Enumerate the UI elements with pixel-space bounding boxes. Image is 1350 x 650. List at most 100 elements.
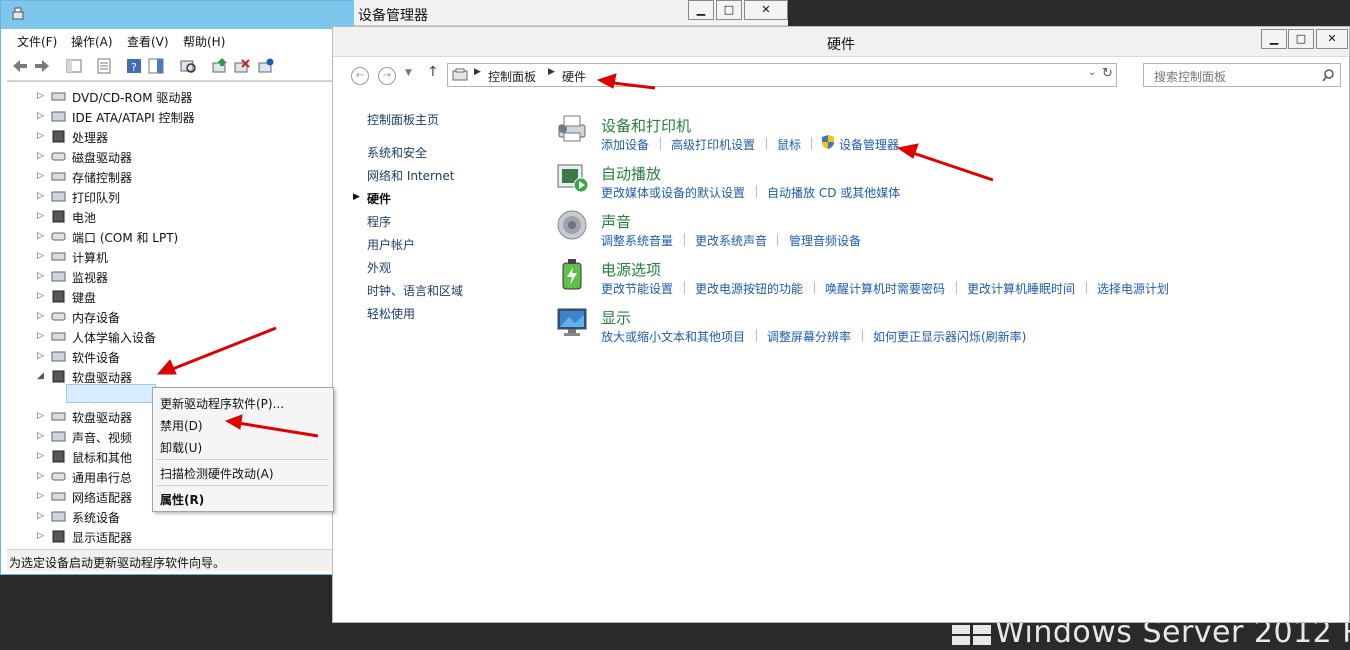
tree-item[interactable]: ▷ IDE ATA/ATAPI 控制器 [7, 106, 353, 126]
ctx-update-driver[interactable]: 更新驱动程序软件(P)... [160, 395, 284, 412]
search-icon[interactable] [1322, 69, 1335, 82]
expand-arrow-icon[interactable]: ▷ [37, 271, 45, 281]
cp-maximize-button[interactable]: □ [1288, 29, 1314, 49]
dm-maximize-button[interactable]: □ [716, 0, 742, 20]
show-hide-console-icon[interactable] [65, 57, 83, 75]
expand-arrow-icon[interactable]: ▷ [37, 531, 45, 541]
breadcrumb-hardware[interactable]: 硬件 [562, 68, 586, 85]
link-choose-power-plan[interactable]: 选择电源计划 [1097, 280, 1169, 297]
cp-close-button[interactable]: ✕ [1316, 29, 1348, 49]
tree-item[interactable]: ▷ 监视器 [7, 266, 353, 286]
link-device-manager[interactable]: 设备管理器 [839, 136, 899, 153]
link-require-password-on-wake[interactable]: 唤醒计算机时需要密码 [825, 280, 945, 297]
nav-network-internet[interactable]: 网络和 Internet [367, 167, 454, 184]
expand-arrow-icon[interactable]: ▷ [37, 331, 45, 341]
ctx-uninstall[interactable]: 卸载(U) [160, 439, 202, 456]
back-button[interactable]: ← [351, 67, 369, 85]
search-box[interactable]: 搜索控制面板 [1143, 63, 1341, 87]
update-driver-icon[interactable] [211, 57, 229, 75]
menu-help[interactable]: 帮助(H) [183, 33, 225, 50]
link-adjust-volume[interactable]: 调整系统音量 [601, 232, 673, 249]
nav-ease-of-access[interactable]: 轻松使用 [367, 305, 415, 322]
expand-arrow-icon[interactable]: ▷ [37, 211, 45, 221]
expand-arrow-icon[interactable]: ▷ [37, 411, 45, 421]
expand-arrow-icon[interactable]: ▷ [37, 491, 45, 501]
ctx-properties[interactable]: 属性(R) [160, 491, 204, 508]
link-manage-audio-devices[interactable]: 管理音频设备 [789, 232, 861, 249]
nav-appearance[interactable]: 外观 [367, 259, 391, 276]
dm-minimize-button[interactable]: ▁ [688, 0, 714, 20]
menu-action[interactable]: 操作(A) [71, 33, 113, 50]
expand-arrow-icon[interactable]: ▷ [37, 231, 45, 241]
tree-item[interactable]: ▷ 打印队列 [7, 186, 353, 206]
link-autoplay-cd[interactable]: 自动播放 CD 或其他媒体 [767, 184, 900, 201]
tree-item[interactable]: ▷ 软件设备 [7, 346, 353, 366]
tree-item[interactable]: ▷ DVD/CD-ROM 驱动器 [7, 86, 353, 106]
breadcrumb-control-panel[interactable]: 控制面板 [488, 68, 536, 85]
tree-item[interactable]: ▷ 键盘 [7, 286, 353, 306]
category-autoplay[interactable]: 自动播放 [601, 163, 661, 184]
properties-icon[interactable] [95, 57, 113, 75]
category-devices-printers[interactable]: 设备和打印机 [601, 115, 691, 136]
tree-item[interactable]: ◢ 软盘驱动器 [7, 366, 353, 386]
tree-item[interactable]: ▷ 处理器 [7, 126, 353, 146]
disable-device-icon[interactable] [257, 57, 275, 75]
category-sound[interactable]: 声音 [601, 211, 631, 232]
expand-arrow-icon[interactable]: ▷ [37, 511, 45, 521]
selected-tree-item[interactable] [66, 384, 156, 403]
cp-minimize-button[interactable]: ▁ [1261, 29, 1287, 49]
link-change-sleep-time[interactable]: 更改计算机睡眠时间 [967, 280, 1075, 297]
forward-button[interactable]: → [378, 67, 396, 85]
address-bar[interactable]: ▶ 控制面板 ▶ 硬件 ⌄ ↻ [447, 63, 1117, 87]
expand-arrow-icon[interactable]: ▷ [37, 191, 45, 201]
dm-close-button[interactable]: ✕ [744, 0, 788, 20]
nav-user-accounts[interactable]: 用户帐户 [367, 236, 415, 253]
nav-clock-language-region[interactable]: 时钟、语言和区域 [367, 282, 463, 299]
link-change-system-sounds[interactable]: 更改系统声音 [695, 232, 767, 249]
tree-item[interactable]: ▷ 人体学输入设备 [7, 326, 353, 346]
recent-dropdown-icon[interactable]: ▼ [405, 68, 412, 78]
link-make-text-larger[interactable]: 放大或缩小文本和其他项目 [601, 328, 745, 345]
collapse-arrow-icon[interactable]: ◢ [37, 371, 45, 381]
menu-view[interactable]: 查看(V) [127, 33, 169, 50]
nav-hardware[interactable]: 硬件 [367, 190, 391, 207]
address-dropdown-icon[interactable]: ⌄ [1088, 67, 1096, 78]
expand-arrow-icon[interactable]: ▷ [37, 111, 45, 121]
link-mouse[interactable]: 鼠标 [777, 136, 801, 153]
expand-arrow-icon[interactable]: ▷ [37, 291, 45, 301]
tree-item[interactable]: ▷ 电池 [7, 206, 353, 226]
link-change-power-saving[interactable]: 更改节能设置 [601, 280, 673, 297]
uninstall-icon[interactable] [233, 57, 251, 75]
tree-item[interactable]: ▷ 计算机 [7, 246, 353, 266]
scan-hardware-icon[interactable] [179, 57, 197, 75]
tree-item[interactable]: ▷ 存储控制器 [7, 166, 353, 186]
link-adjust-resolution[interactable]: 调整屏幕分辨率 [767, 328, 851, 345]
control-panel-titlebar[interactable]: 硬件 ▁ □ ✕ [333, 27, 1349, 57]
help-icon[interactable]: ? [125, 57, 143, 75]
link-change-media-defaults[interactable]: 更改媒体或设备的默认设置 [601, 184, 745, 201]
expand-arrow-icon[interactable]: ▷ [37, 451, 45, 461]
expand-arrow-icon[interactable]: ▷ [37, 131, 45, 141]
link-add-device[interactable]: 添加设备 [601, 136, 649, 153]
search-input[interactable]: 搜索控制面板 [1154, 68, 1226, 85]
category-display[interactable]: 显示 [601, 307, 631, 328]
tree-item[interactable]: ▷ 磁盘驱动器 [7, 146, 353, 166]
back-icon[interactable] [11, 57, 29, 75]
expand-arrow-icon[interactable]: ▷ [37, 251, 45, 261]
expand-arrow-icon[interactable]: ▷ [37, 91, 45, 101]
up-icon[interactable]: ↑ [427, 64, 439, 80]
link-advanced-printer-setup[interactable]: 高级打印机设置 [671, 136, 755, 153]
expand-arrow-icon[interactable]: ▷ [37, 471, 45, 481]
action-pane-icon[interactable] [147, 57, 165, 75]
menu-file[interactable]: 文件(F) [17, 33, 57, 50]
tree-item[interactable]: ▷ 端口 (COM 和 LPT) [7, 226, 353, 246]
expand-arrow-icon[interactable]: ▷ [37, 171, 45, 181]
nav-system-security[interactable]: 系统和安全 [367, 144, 427, 161]
refresh-icon[interactable]: ↻ [1102, 66, 1113, 81]
link-monitor-flicker[interactable]: 如何更正显示器闪烁(刷新率) [873, 328, 1026, 345]
tree-item[interactable]: ▷ 显示适配器 [7, 526, 353, 546]
link-power-button-function[interactable]: 更改电源按钮的功能 [695, 280, 803, 297]
category-power-options[interactable]: 电源选项 [601, 259, 661, 280]
expand-arrow-icon[interactable]: ▷ [37, 351, 45, 361]
expand-arrow-icon[interactable]: ▷ [37, 431, 45, 441]
